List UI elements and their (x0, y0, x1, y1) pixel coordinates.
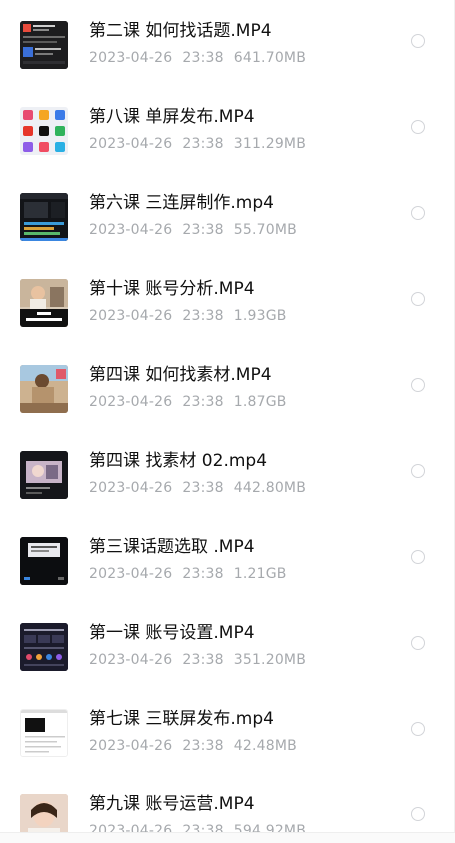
radio-unchecked-icon[interactable] (411, 34, 425, 48)
radio-unchecked-icon[interactable] (411, 206, 425, 220)
file-date: 2023-04-26 (89, 222, 173, 238)
file-size: 55.70MB (233, 222, 297, 238)
file-size: 442.80MB (233, 480, 307, 496)
file-time: 23:38 (182, 652, 224, 668)
file-time: 23:38 (182, 738, 224, 754)
radio-unchecked-icon[interactable] (411, 292, 425, 306)
video-thumbnail (20, 107, 68, 155)
video-thumbnail (20, 365, 68, 413)
file-name: 第六课 三连屏制作.mp4 (89, 193, 274, 213)
file-meta: 2023-04-26 23:38 351.20MB (89, 651, 306, 669)
file-date: 2023-04-26 (89, 308, 173, 324)
video-thumbnail (20, 21, 68, 69)
file-date: 2023-04-26 (89, 50, 173, 66)
radio-unchecked-icon[interactable] (411, 807, 425, 821)
file-time: 23:38 (182, 480, 224, 496)
file-time: 23:38 (182, 308, 224, 324)
file-time: 23:38 (182, 50, 224, 66)
file-meta: 2023-04-26 23:38 442.80MB (89, 479, 306, 497)
radio-unchecked-icon[interactable] (411, 120, 425, 134)
file-date: 2023-04-26 (89, 136, 173, 152)
file-time: 23:38 (182, 222, 224, 238)
radio-unchecked-icon[interactable] (411, 550, 425, 564)
file-row[interactable]: 第四课 如何找素材.MP4 2023-04-26 23:38 1.87GB (0, 365, 455, 451)
file-list: 第二课 如何找话题.MP4 2023-04-26 23:38 641.70MB 第八… (0, 0, 455, 843)
file-name: 第十课 账号分析.MP4 (89, 279, 255, 299)
file-date: 2023-04-26 (89, 566, 173, 582)
file-name: 第四课 如何找素材.MP4 (89, 365, 272, 385)
file-row[interactable]: 第四课 找素材 02.mp4 2023-04-26 23:38 442.80MB (0, 451, 455, 537)
file-row[interactable]: 第七课 三联屏发布.mp4 2023-04-26 23:38 42.48MB (0, 709, 455, 795)
file-meta: 2023-04-26 23:38 311.29MB (89, 135, 306, 153)
video-thumbnail (20, 623, 68, 671)
file-size: 641.70MB (233, 50, 307, 66)
video-thumbnail (20, 451, 68, 499)
file-size: 351.20MB (233, 652, 307, 668)
video-thumbnail (20, 193, 68, 241)
file-row[interactable]: 第八课 单屏发布.MP4 2023-04-26 23:38 311.29MB (0, 107, 455, 193)
file-name: 第四课 找素材 02.mp4 (89, 451, 268, 471)
radio-unchecked-icon[interactable] (411, 378, 425, 392)
radio-unchecked-icon[interactable] (411, 464, 425, 478)
video-thumbnail (20, 279, 68, 327)
file-date: 2023-04-26 (89, 394, 173, 410)
file-row[interactable]: 第二课 如何找话题.MP4 2023-04-26 23:38 641.70MB (0, 21, 455, 107)
file-date: 2023-04-26 (89, 652, 173, 668)
file-name: 第七课 三联屏发布.mp4 (89, 709, 274, 729)
file-size: 1.21GB (233, 566, 287, 582)
file-name: 第一课 账号设置.MP4 (89, 623, 255, 643)
file-date: 2023-04-26 (89, 480, 173, 496)
file-meta: 2023-04-26 23:38 1.93GB (89, 307, 287, 325)
file-name: 第八课 单屏发布.MP4 (89, 107, 255, 127)
file-meta: 2023-04-26 23:38 1.21GB (89, 565, 287, 583)
radio-unchecked-icon[interactable] (411, 722, 425, 736)
file-size: 1.87GB (233, 394, 287, 410)
file-meta: 2023-04-26 23:38 641.70MB (89, 49, 306, 67)
file-size: 311.29MB (233, 136, 307, 152)
file-time: 23:38 (182, 394, 224, 410)
file-row[interactable]: 第六课 三连屏制作.mp4 2023-04-26 23:38 55.70MB (0, 193, 455, 279)
file-size: 1.93GB (233, 308, 287, 324)
bottom-bar (0, 832, 455, 843)
file-time: 23:38 (182, 136, 224, 152)
file-name: 第三课话题选取 .MP4 (89, 537, 255, 557)
file-meta: 2023-04-26 23:38 55.70MB (89, 221, 297, 239)
file-row[interactable]: 第一课 账号设置.MP4 2023-04-26 23:38 351.20MB (0, 623, 455, 709)
video-thumbnail (20, 537, 68, 585)
video-thumbnail (20, 709, 68, 757)
file-meta: 2023-04-26 23:38 42.48MB (89, 737, 297, 755)
file-name: 第九课 账号运营.MP4 (89, 794, 255, 814)
file-name: 第二课 如何找话题.MP4 (89, 21, 272, 41)
radio-unchecked-icon[interactable] (411, 636, 425, 650)
file-row[interactable]: 第三课话题选取 .MP4 2023-04-26 23:38 1.21GB (0, 537, 455, 623)
file-row[interactable]: 第十课 账号分析.MP4 2023-04-26 23:38 1.93GB (0, 279, 455, 365)
file-time: 23:38 (182, 566, 224, 582)
file-meta: 2023-04-26 23:38 1.87GB (89, 393, 287, 411)
file-date: 2023-04-26 (89, 738, 173, 754)
file-size: 42.48MB (233, 738, 297, 754)
